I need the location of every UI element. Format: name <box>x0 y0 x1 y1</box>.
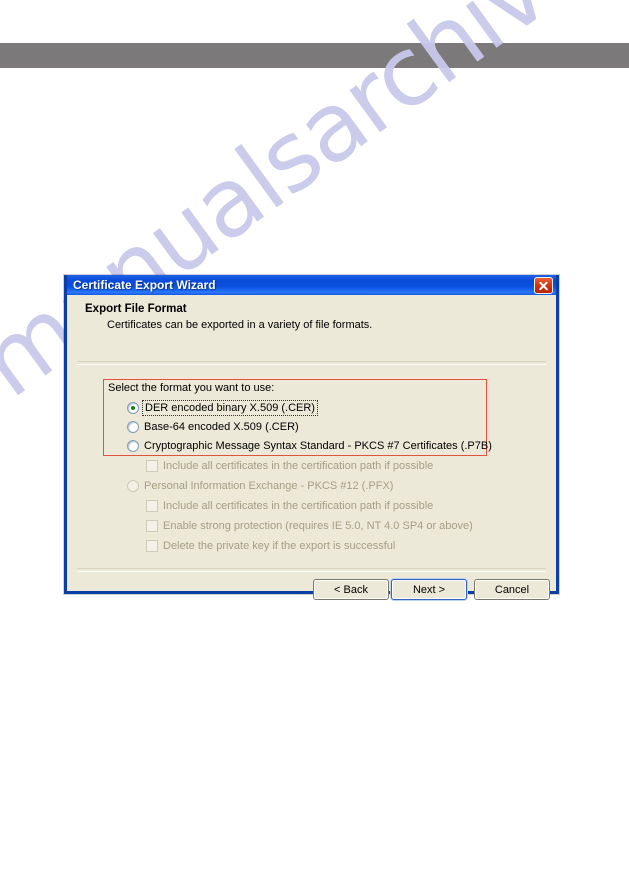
dialog-header: Export File Format Certificates can be e… <box>67 295 556 331</box>
radio-icon-pfx <box>127 480 139 492</box>
radio-icon-der[interactable] <box>127 402 139 414</box>
dialog-titlebar: Certificate Export Wizard <box>67 275 556 295</box>
radio-icon-base64[interactable] <box>127 421 139 433</box>
cancel-button[interactable]: Cancel <box>474 579 550 600</box>
header-separator <box>77 361 546 365</box>
page-title: Export File Format <box>85 303 187 315</box>
close-icon[interactable] <box>534 276 553 294</box>
checkbox-option-pfx-include-all: Include all certificates in the certific… <box>146 500 433 512</box>
radio-option-base64[interactable]: Base-64 encoded X.509 (.CER) <box>127 421 299 433</box>
page-subtitle: Certificates can be exported in a variet… <box>107 319 373 331</box>
checkbox-icon-delete-private-key <box>146 540 158 552</box>
radio-option-der[interactable]: DER encoded binary X.509 (.CER) <box>127 400 318 416</box>
dialog-body: Export File Format Certificates can be e… <box>67 295 556 600</box>
radio-label-der: DER encoded binary X.509 (.CER) <box>142 400 318 416</box>
checkbox-label-pfx-include-all: Include all certificates in the certific… <box>163 500 434 512</box>
checkbox-label-pkcs7-include-all: Include all certificates in the certific… <box>163 460 434 472</box>
radio-option-pfx: Personal Information Exchange - PKCS #12… <box>127 480 393 492</box>
back-button[interactable]: < Back <box>313 579 389 600</box>
radio-option-pkcs7[interactable]: Cryptographic Message Syntax Standard - … <box>127 440 492 452</box>
checkbox-icon-pkcs7-include-all <box>146 460 158 472</box>
checkbox-icon-pfx-include-all <box>146 500 158 512</box>
dialog-button-row: < Back Next > Cancel <box>67 579 556 601</box>
radio-label-base64: Base-64 encoded X.509 (.CER) <box>144 421 299 433</box>
checkbox-option-strong-protection: Enable strong protection (requires IE 5.… <box>146 520 473 532</box>
radio-label-pfx: Personal Information Exchange - PKCS #12… <box>144 480 394 492</box>
checkbox-label-strong-protection: Enable strong protection (requires IE 5.… <box>163 520 473 532</box>
footer-separator <box>77 568 546 572</box>
format-prompt-label: Select the format you want to use: <box>108 382 275 394</box>
checkbox-option-delete-private-key: Delete the private key if the export is … <box>146 540 395 552</box>
radio-label-pkcs7: Cryptographic Message Syntax Standard - … <box>144 440 492 452</box>
certificate-export-wizard-dialog: Certificate Export Wizard Export File Fo… <box>64 275 559 600</box>
checkbox-option-pkcs7-include-all: Include all certificates in the certific… <box>146 460 433 472</box>
next-button[interactable]: Next > <box>391 579 467 600</box>
checkbox-label-delete-private-key: Delete the private key if the export is … <box>163 540 396 552</box>
checkbox-icon-strong-protection <box>146 520 158 532</box>
page-background: manualsarchive.com Certificate Export Wi… <box>0 0 629 893</box>
dialog-title: Certificate Export Wizard <box>73 278 216 292</box>
radio-icon-pkcs7[interactable] <box>127 440 139 452</box>
